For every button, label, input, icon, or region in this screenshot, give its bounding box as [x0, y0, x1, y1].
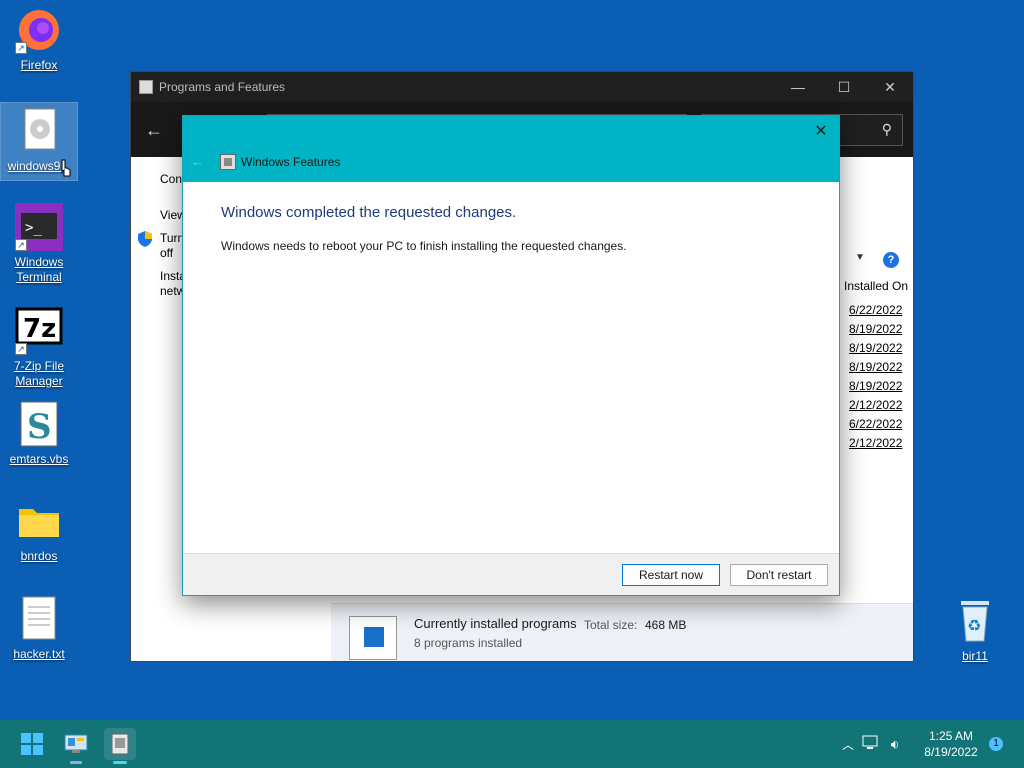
windows-logo-icon — [21, 733, 43, 755]
desktop-icon-bnrdos[interactable]: bnrdos — [1, 497, 77, 564]
windows-features-icon — [111, 733, 129, 755]
help-icon[interactable]: ? — [883, 252, 899, 268]
clock-time: 1:25 AM — [928, 729, 974, 743]
show-hidden-icons-chevron-icon[interactable]: ︿ — [838, 736, 858, 753]
table-cell-date[interactable]: 6/22/2022 — [844, 301, 914, 320]
desktop-icon-label-line1: Windows — [14, 255, 64, 269]
script-file-icon: S — [15, 400, 63, 448]
disc-image-icon — [15, 107, 63, 155]
taskbar: ︿ 🔉︎ 1:25 AM 8/19/2022 — [0, 720, 1024, 768]
dialog-footer: Restart now Don't restart — [183, 553, 839, 595]
control-panel-icon — [64, 734, 88, 753]
taskbar-control-panel[interactable] — [60, 728, 92, 764]
desktop-icon-label: bnrdos — [20, 549, 58, 563]
folder-icon — [15, 497, 63, 545]
shortcut-arrow-icon: ↗ — [15, 343, 27, 355]
network-icon[interactable] — [858, 735, 884, 754]
desktop-icon-label-line2: Terminal — [16, 270, 62, 284]
dialog-header: ✕ ← Windows Features — [183, 116, 839, 182]
window-titlebar: Programs and Features — ☐ ✕ — [131, 72, 913, 102]
summary-title: Currently installed programs — [414, 616, 577, 631]
programs-count: 8 programs installed — [414, 636, 523, 650]
desktop-icon-label-line1: 7-Zip File — [13, 359, 64, 373]
notification-badge[interactable]: 1 — [989, 737, 1003, 751]
desktop-icon-recycle-bin[interactable]: ♻ bir11 — [937, 597, 1013, 664]
control-panel-icon — [139, 80, 153, 94]
table-cell-date[interactable]: 6/22/2022 — [844, 415, 914, 434]
dialog-heading: Windows completed the requested changes. — [221, 204, 517, 221]
shortcut-arrow-icon: ↗ — [15, 239, 27, 251]
installed-programs-icon — [349, 616, 397, 660]
installed-on-column: Installed On 6/22/2022 8/19/2022 8/19/20… — [844, 279, 914, 453]
system-clock[interactable]: 1:25 AM 8/19/2022 — [918, 728, 984, 760]
desktop-icon-label: Firefox — [20, 58, 58, 72]
view-dropdown-icon[interactable]: ▼ — [855, 252, 865, 263]
back-arrow-icon[interactable]: ← — [191, 154, 204, 169]
7zip-icon: 7z ↗ — [15, 307, 63, 355]
svg-text:S: S — [27, 407, 52, 447]
windows-features-dialog: ✕ ← Windows Features Windows completed t… — [182, 115, 840, 596]
volume-icon[interactable]: 🔉︎ — [884, 736, 906, 753]
shortcut-arrow-icon: ↗ — [15, 42, 27, 54]
desktop-icon-label: hacker.txt — [13, 647, 65, 661]
details-pane: Currently installed programs Total size:… — [331, 603, 913, 661]
dialog-body: Windows completed the requested changes.… — [183, 182, 839, 275]
dialog-message: Windows needs to reboot your PC to finis… — [221, 239, 627, 253]
window-title: Programs and Features — [159, 80, 286, 94]
desktop-icon-hacker-txt[interactable]: hacker.txt — [1, 595, 77, 662]
table-cell-date[interactable]: 8/19/2022 — [844, 320, 914, 339]
task-link-turn-features-line2[interactable]: off — [160, 246, 173, 261]
taskbar-running-indicator — [70, 761, 82, 764]
maximize-button[interactable]: ☐ — [821, 72, 867, 102]
windows-features-icon — [220, 154, 236, 170]
table-cell-date[interactable]: 2/12/2022 — [844, 434, 914, 453]
total-size-value: 468 MB — [645, 618, 687, 632]
dont-restart-button[interactable]: Don't restart — [730, 564, 828, 586]
desktop-icon-firefox[interactable]: ↗ Firefox — [1, 6, 77, 73]
desktop-icon-emtars[interactable]: S emtars.vbs — [1, 400, 77, 467]
taskbar-active-indicator — [113, 761, 127, 764]
svg-text:♻: ♻ — [967, 618, 981, 635]
total-size-label: Total size: — [584, 618, 638, 632]
desktop-icon-label-line2: Manager — [15, 374, 63, 388]
dialog-title: Windows Features — [241, 155, 341, 169]
close-button[interactable]: ✕ — [867, 72, 913, 102]
table-cell-date[interactable]: 8/19/2022 — [844, 358, 914, 377]
desktop-icon-windows-terminal[interactable]: >_ ↗ Windows Terminal — [1, 203, 77, 285]
desktop-icon-label: emtars.vbs — [9, 452, 69, 466]
task-link-turn-features[interactable]: Turn — [160, 231, 184, 246]
terminal-icon: >_ ↗ — [15, 203, 63, 251]
desktop-icon-7zip[interactable]: 7z ↗ 7-Zip File Manager — [1, 307, 77, 389]
table-cell-date[interactable]: 8/19/2022 — [844, 339, 914, 358]
mouse-cursor-icon — [61, 159, 71, 177]
start-button[interactable] — [16, 728, 48, 760]
recycle-bin-icon: ♻ — [951, 597, 999, 645]
taskbar-windows-features[interactable] — [104, 728, 136, 764]
back-arrow-icon[interactable]: ← — [145, 120, 163, 141]
task-link-control-panel[interactable]: Con — [160, 172, 182, 187]
firefox-icon: ↗ — [15, 6, 63, 54]
desktop-icon-label: bir11 — [962, 649, 988, 663]
search-icon[interactable]: ⚲ — [882, 121, 892, 138]
svg-text:7z: 7z — [23, 314, 56, 344]
table-cell-date[interactable]: 2/12/2022 — [844, 396, 914, 415]
table-cell-date[interactable]: 8/19/2022 — [844, 377, 914, 396]
clock-date: 8/19/2022 — [924, 745, 978, 759]
minimize-button[interactable]: — — [775, 72, 821, 102]
close-icon[interactable]: ✕ — [813, 124, 829, 140]
shield-icon — [138, 231, 152, 247]
svg-text:>_: >_ — [25, 220, 42, 236]
column-header-installed-on[interactable]: Installed On — [844, 279, 914, 293]
restart-now-button[interactable]: Restart now — [622, 564, 720, 586]
text-file-icon — [15, 595, 63, 643]
